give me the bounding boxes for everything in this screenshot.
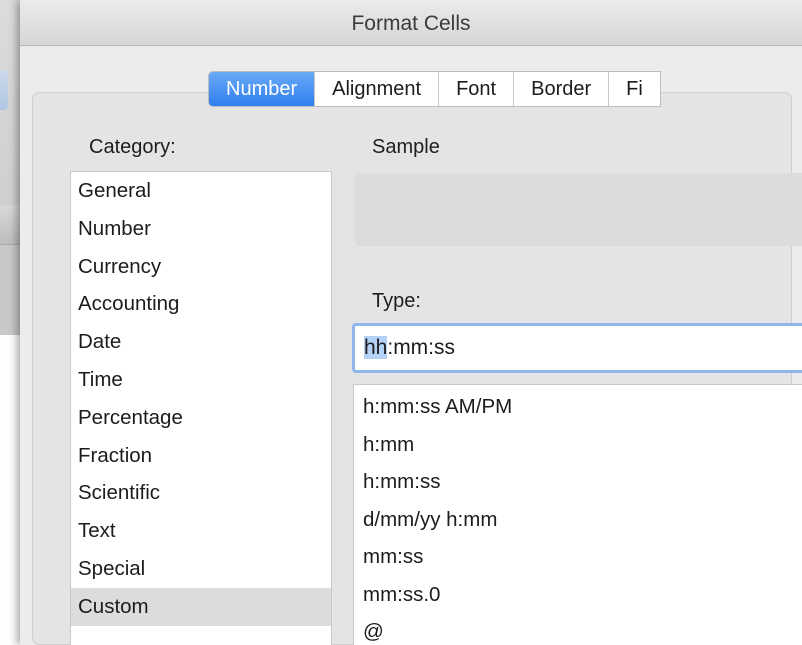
tab-fill[interactable]: Fi [608, 72, 660, 106]
tab-font[interactable]: Font [438, 72, 513, 106]
category-item-time[interactable]: Time [71, 361, 331, 399]
type-input-text: :mm:ss [387, 336, 456, 359]
format-item[interactable]: @ [354, 613, 802, 645]
tab-alignment[interactable]: Alignment [314, 72, 438, 106]
category-item-currency[interactable]: Currency [71, 248, 331, 286]
dialog-title: Format Cells [351, 12, 471, 35]
category-item-fraction[interactable]: Fraction [71, 437, 331, 475]
format-item[interactable]: h:mm:ss [354, 463, 802, 501]
category-item-accounting[interactable]: Accounting [71, 285, 331, 323]
type-input[interactable]: hh:mm:ss [352, 323, 802, 373]
category-label: Category: [89, 136, 176, 158]
format-code-list[interactable]: h:mm:ss AM/PM h:mm h:mm:ss d/mm/yy h:mm … [353, 384, 802, 645]
category-list[interactable]: General Number Currency Accounting Date … [70, 171, 332, 645]
title-bar[interactable]: Format Cells [20, 0, 802, 46]
tab-bar: Number Alignment Font Border Fi [208, 71, 661, 107]
type-label: Type: [372, 290, 421, 312]
tab-border[interactable]: Border [513, 72, 608, 106]
category-item-scientific[interactable]: Scientific [71, 474, 331, 512]
sample-preview [354, 173, 802, 246]
format-item[interactable]: h:mm:ss AM/PM [354, 388, 802, 426]
background-toolbar-edge [0, 205, 20, 245]
format-item[interactable]: h:mm [354, 426, 802, 464]
format-item[interactable]: mm:ss.0 [354, 576, 802, 614]
background-highlight [0, 70, 8, 110]
category-item-number[interactable]: Number [71, 210, 331, 248]
background-panel [0, 245, 20, 335]
type-input-selected-text: hh [364, 336, 388, 359]
sample-label: Sample [372, 136, 440, 158]
category-item-custom[interactable]: Custom [71, 587, 331, 626]
category-item-general[interactable]: General [71, 172, 331, 210]
tab-number[interactable]: Number [209, 72, 315, 106]
category-item-text[interactable]: Text [71, 512, 331, 550]
category-item-special[interactable]: Special [71, 550, 331, 588]
background-window [0, 0, 20, 645]
format-item[interactable]: mm:ss [354, 538, 802, 576]
format-item[interactable]: d/mm/yy h:mm [354, 501, 802, 539]
category-item-date[interactable]: Date [71, 323, 331, 361]
category-item-percentage[interactable]: Percentage [71, 399, 331, 437]
